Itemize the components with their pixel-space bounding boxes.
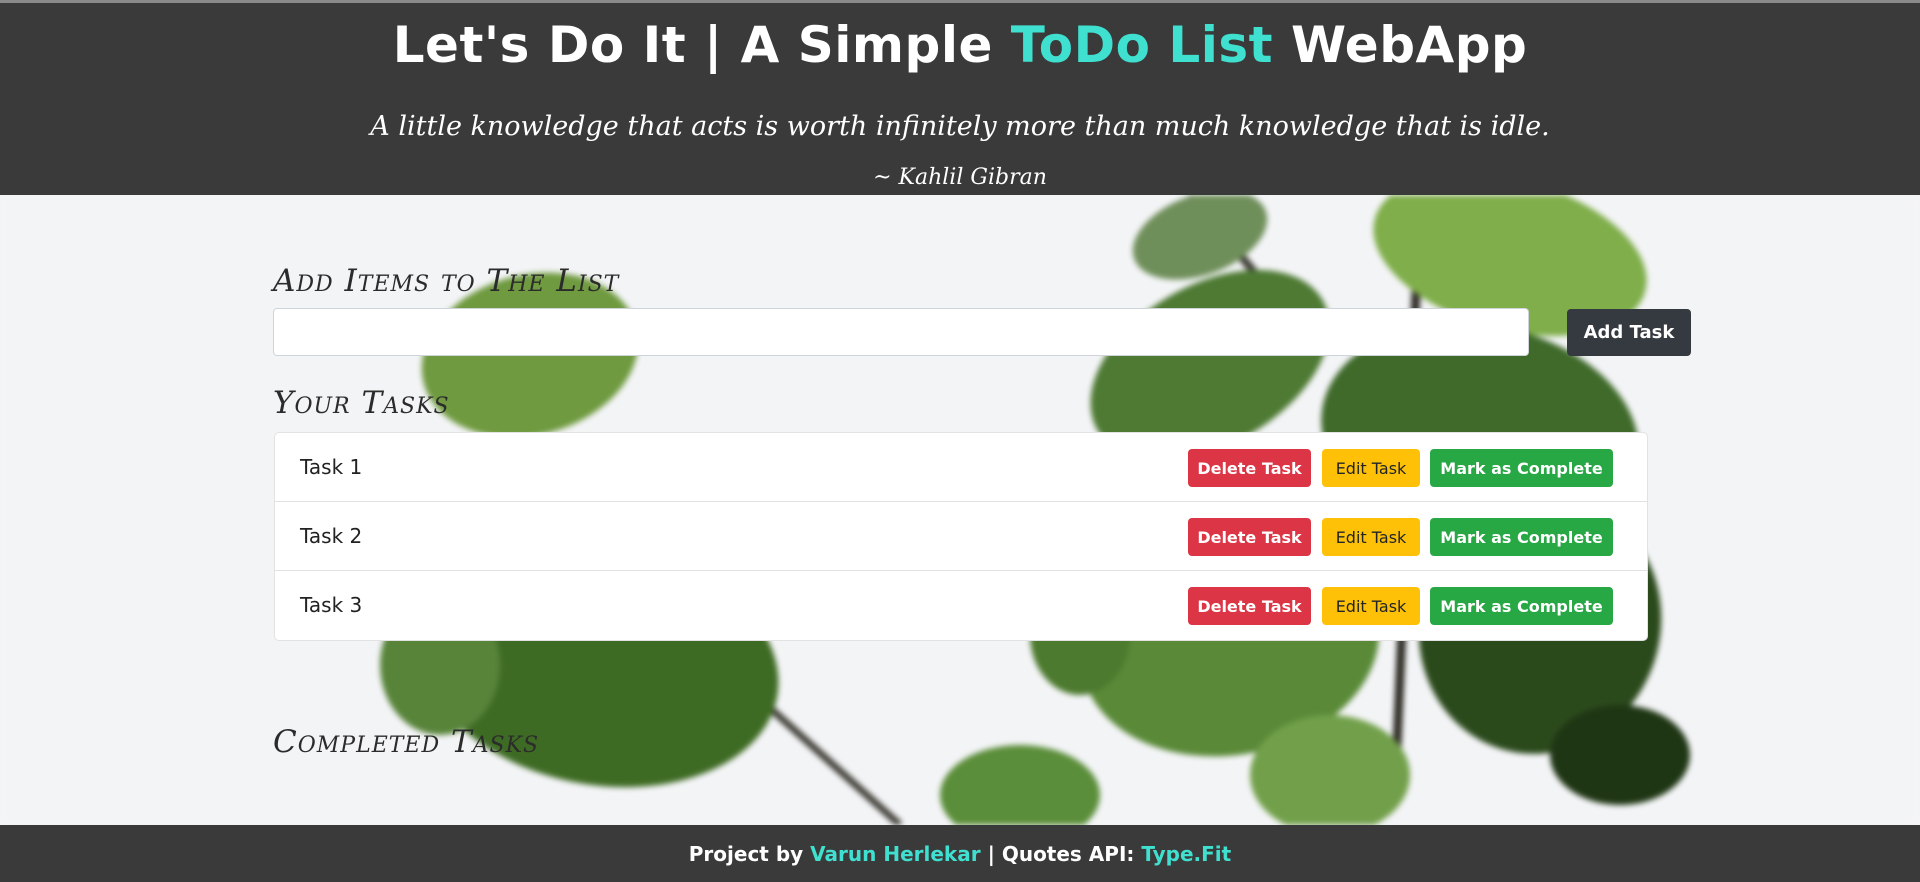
quote-text: A little knowledge that acts is worth in…	[370, 111, 1550, 142]
delete-task-button[interactable]: Delete Task	[1188, 449, 1311, 487]
new-task-input[interactable]	[273, 308, 1529, 356]
task-name: Task 3	[300, 593, 363, 617]
edit-task-button[interactable]: Edit Task	[1322, 587, 1420, 625]
delete-task-button[interactable]: Delete Task	[1188, 518, 1311, 556]
task-row: Task 3 Delete Task Edit Task Mark as Com…	[275, 571, 1647, 640]
title-accent: ToDo List	[1010, 16, 1274, 74]
api-link[interactable]: Type.Fit	[1141, 842, 1231, 866]
author-link[interactable]: Varun Herlekar	[810, 842, 980, 866]
quote-author: ~ Kahlil Gibran	[873, 165, 1047, 190]
edit-task-button[interactable]: Edit Task	[1322, 518, 1420, 556]
task-row: Task 1 Delete Task Edit Task Mark as Com…	[275, 433, 1647, 502]
add-items-heading: Add Items to The List	[273, 263, 620, 299]
footer-middle: | Quotes API:	[987, 841, 1135, 866]
delete-task-button[interactable]: Delete Task	[1188, 587, 1311, 625]
page-title: Let's Do It | A Simple ToDo List WebApp	[0, 13, 1920, 77]
title-part-2: WebApp	[1273, 16, 1528, 74]
task-row: Task 2 Delete Task Edit Task Mark as Com…	[275, 502, 1647, 571]
your-tasks-heading: Your Tasks	[273, 385, 450, 421]
mark-complete-button[interactable]: Mark as Complete	[1430, 518, 1613, 556]
page-header: Let's Do It | A Simple ToDo List WebApp …	[0, 0, 1920, 195]
mark-complete-button[interactable]: Mark as Complete	[1430, 587, 1613, 625]
add-task-button[interactable]: Add Task	[1567, 309, 1691, 356]
title-part-1: Let's Do It | A Simple	[392, 16, 1011, 74]
footer-prefix: Project by	[688, 841, 804, 866]
completed-tasks-heading: Completed Tasks	[273, 724, 540, 760]
task-name: Task 2	[300, 524, 363, 548]
page-footer: Project by Varun Herlekar | Quotes API: …	[0, 825, 1920, 882]
edit-task-button[interactable]: Edit Task	[1322, 449, 1420, 487]
task-list: Task 1 Delete Task Edit Task Mark as Com…	[274, 432, 1648, 641]
mark-complete-button[interactable]: Mark as Complete	[1430, 449, 1613, 487]
task-name: Task 1	[300, 455, 363, 479]
